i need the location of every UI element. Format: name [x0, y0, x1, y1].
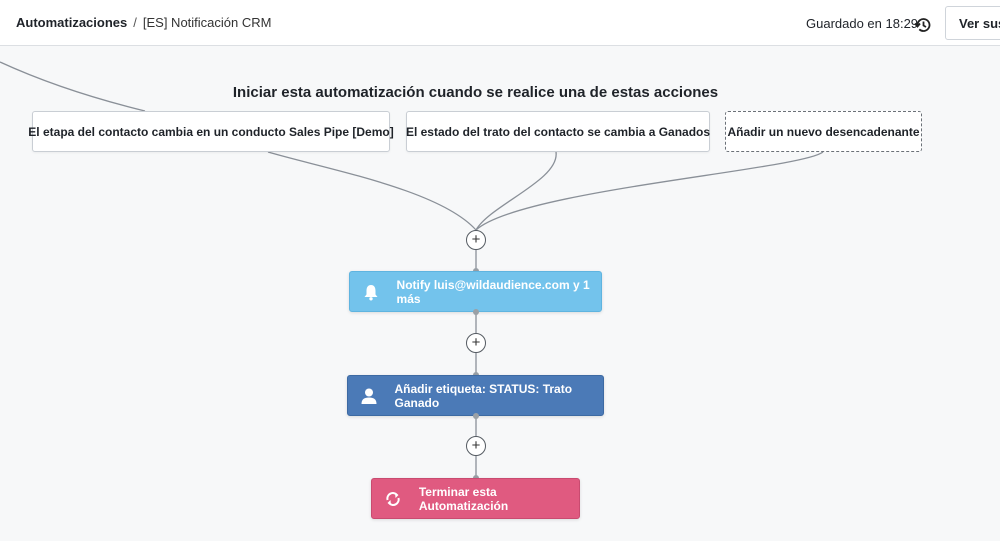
step-end-automation[interactable]: Terminar esta Automatización: [371, 478, 580, 519]
connector-line-trigger-2: [475, 151, 557, 231]
step-add-tag-label: Añadir etiqueta: STATUS: Trato Ganado: [394, 381, 573, 410]
add-trigger-button[interactable]: Añadir un nuevo desencadenante: [725, 111, 922, 152]
user-icon: [360, 386, 378, 406]
workflow-heading: Iniciar esta automatización cuando se re…: [232, 84, 719, 101]
add-step-button[interactable]: +: [466, 230, 486, 250]
step-end-label: Terminar esta Automatización: [418, 484, 509, 513]
connector-dot: [473, 309, 479, 315]
refresh-icon: [384, 489, 403, 509]
step-notify[interactable]: Notify luis@wildaudience.com y 1 más: [349, 271, 602, 312]
add-step-button[interactable]: +: [466, 436, 486, 456]
trigger-pipeline-stage[interactable]: El etapa del contacto cambia en un condu…: [28, 111, 394, 152]
connector-line-trigger-3: [475, 151, 824, 231]
trigger-deal-status[interactable]: El estado del trato del contacto se camb…: [406, 111, 710, 152]
add-step-button[interactable]: +: [466, 333, 486, 353]
connector-dot: [473, 413, 479, 419]
step-add-tag[interactable]: Añadir etiqueta: STATUS: Trato Ganado: [347, 375, 604, 416]
step-notify-label: Notify luis@wildaudience.com y 1 más: [396, 277, 590, 306]
connector-line-trigger-1: [267, 151, 477, 231]
bell-icon: [362, 282, 381, 302]
